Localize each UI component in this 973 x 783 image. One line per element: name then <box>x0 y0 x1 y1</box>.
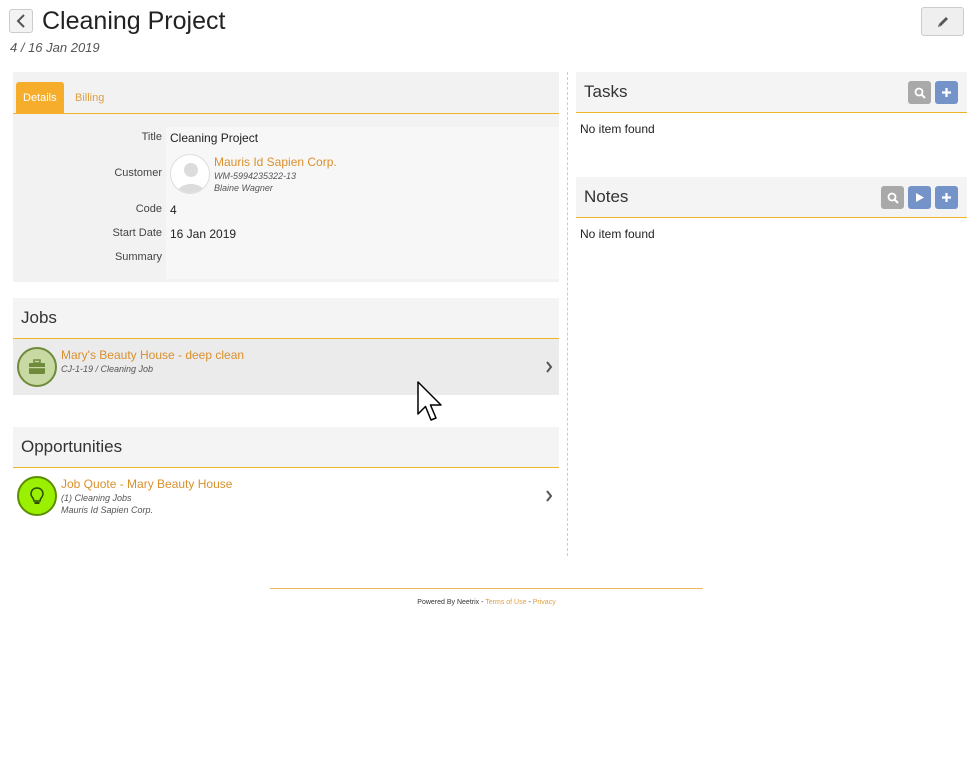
details-panel: Details Billing Title Cleaning Project C… <box>13 72 559 282</box>
list-item[interactable]: Mary's Beauty House - deep clean CJ-1-19… <box>13 339 559 395</box>
detail-label: Code <box>135 203 162 215</box>
opportunity-title-link[interactable]: Job Quote - Mary Beauty House <box>61 477 232 491</box>
customer-link[interactable]: Mauris Id Sapien Corp. <box>214 155 337 169</box>
opportunity-subtitle: (1) Cleaning Jobs <box>61 493 132 503</box>
briefcase-icon <box>29 359 45 374</box>
chevron-right-icon <box>546 361 553 373</box>
tab-billing[interactable]: Billing <box>68 82 111 114</box>
column-divider <box>567 72 568 556</box>
terms-link[interactable]: Terms of Use <box>485 599 526 606</box>
detail-value: Cleaning Project <box>170 131 259 145</box>
pencil-icon <box>937 16 948 27</box>
customer-contact: Blaine Wagner <box>214 183 273 193</box>
detail-value: 16 Jan 2019 <box>170 227 237 241</box>
tasks-add-button[interactable] <box>935 81 958 104</box>
mouse-cursor-icon <box>417 381 442 421</box>
privacy-link[interactable]: Privacy <box>533 599 556 606</box>
search-icon <box>914 87 926 99</box>
customer-avatar <box>170 154 210 194</box>
notes-search-button[interactable] <box>881 186 904 209</box>
detail-label: Summary <box>114 251 162 263</box>
opportunity-customer: Mauris Id Sapien Corp. <box>61 505 154 515</box>
tasks-heading: Tasks <box>584 82 628 101</box>
tasks-header: Tasks <box>576 72 967 113</box>
notes-play-button[interactable] <box>908 186 931 209</box>
jobs-header: Jobs <box>13 298 559 339</box>
plus-icon <box>942 193 951 202</box>
left-column: Details Billing Title Cleaning Project C… <box>13 72 559 524</box>
search-icon <box>887 192 899 204</box>
footer-separator: - <box>528 599 531 606</box>
page-subtitle: 4 / 16 Jan 2019 <box>10 40 100 55</box>
notes-heading: Notes <box>584 187 629 206</box>
page-header: Cleaning Project 4 / 16 Jan 2019 <box>9 6 964 62</box>
detail-rows: Title Cleaning Project Customer Mauris I… <box>13 127 559 279</box>
detail-label: Customer <box>114 167 162 179</box>
edit-button[interactable] <box>921 7 964 36</box>
plus-icon <box>942 88 951 97</box>
opportunities-heading: Opportunities <box>21 437 123 456</box>
jobs-heading: Jobs <box>21 308 57 327</box>
job-title-link[interactable]: Mary's Beauty House - deep clean <box>61 348 244 362</box>
job-avatar <box>17 347 57 387</box>
jobs-section: Jobs Mary's Beauty House - deep clean CJ… <box>13 298 559 395</box>
person-icon <box>177 163 205 193</box>
play-icon <box>915 193 924 202</box>
notes-empty-message: No item found <box>580 227 655 241</box>
list-item[interactable]: Job Quote - Mary Beauty House (1) Cleani… <box>13 468 559 524</box>
right-column: Tasks No item found Notes No item found <box>576 72 967 282</box>
footer-divider <box>270 588 703 589</box>
detail-value: 4 <box>170 203 177 217</box>
detail-label: Title <box>141 131 162 143</box>
job-subtitle: CJ-1-19 / Cleaning Job <box>61 364 154 374</box>
footer: Powered By Neetrix - Terms of Use - Priv… <box>270 599 703 606</box>
tab-bar: Details Billing <box>13 72 559 114</box>
tasks-search-button[interactable] <box>908 81 931 104</box>
notes-section: Notes No item found <box>576 177 967 282</box>
notes-add-button[interactable] <box>935 186 958 209</box>
chevron-left-icon <box>16 14 25 28</box>
customer-id: WM-5994235322-13 <box>214 171 297 181</box>
detail-label: Start Date <box>112 227 162 239</box>
opportunities-section: Opportunities Job Quote - Mary Beauty Ho… <box>13 427 559 524</box>
chevron-right-icon <box>546 490 553 502</box>
opportunities-header: Opportunities <box>13 427 559 468</box>
page-title: Cleaning Project <box>42 7 226 35</box>
back-button[interactable] <box>9 9 33 33</box>
tasks-empty-message: No item found <box>580 122 655 136</box>
opportunity-avatar <box>17 476 57 516</box>
lightbulb-icon <box>30 487 44 504</box>
footer-powered-by: Powered By Neetrix - <box>417 599 484 606</box>
tab-details[interactable]: Details <box>16 82 64 114</box>
tasks-section: Tasks No item found <box>576 72 967 177</box>
notes-header: Notes <box>576 177 967 218</box>
